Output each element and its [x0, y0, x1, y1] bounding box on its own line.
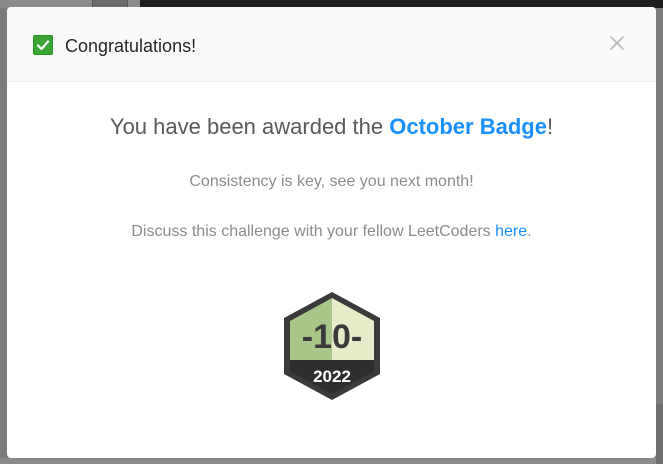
discuss-text: Discuss this challenge with your fellow … — [7, 222, 656, 242]
encouragement-text: Consistency is key, see you next month! — [189, 173, 474, 190]
modal-title: Congratulations! — [65, 36, 197, 56]
headline-suffix: ! — [546, 114, 554, 139]
headline-prefix: You have been awarded the — [109, 114, 390, 139]
award-modal: Congratulations! You have been awarded t… — [7, 7, 656, 458]
background-strip-bottom — [0, 458, 663, 464]
close-button[interactable] — [607, 33, 627, 53]
check-icon — [33, 35, 53, 55]
discuss-suffix: . — [527, 223, 532, 240]
badge-link[interactable]: October Badge — [389, 114, 547, 139]
badge-number: -10- — [302, 318, 362, 356]
modal-header: Congratulations! — [7, 7, 656, 82]
october-badge-image: -10- 2022 — [280, 290, 384, 402]
modal-body: You have been awarded the October Badge!… — [7, 82, 656, 458]
background-panel-bottom — [656, 404, 663, 464]
badge-year: 2022 — [313, 367, 351, 386]
discuss-prefix: Discuss this challenge with your fellow … — [131, 223, 496, 240]
close-icon — [610, 36, 624, 50]
award-headline: You have been awarded the October Badge! — [7, 112, 656, 142]
discuss-link[interactable]: here — [495, 223, 527, 240]
